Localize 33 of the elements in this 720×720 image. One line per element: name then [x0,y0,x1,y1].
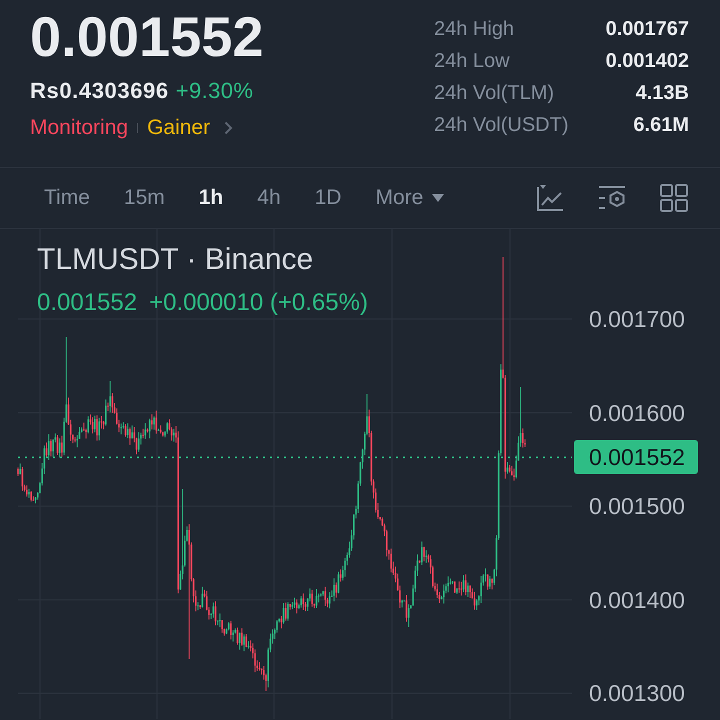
chart-title: TLMUSDT · Binance [37,243,314,277]
legend-last-price: 0.001552 [37,289,138,317]
price-axis-label: 0.001600 [589,400,686,425]
settings-icon[interactable] [598,184,626,212]
tag-link[interactable]: Gainer [147,115,210,141]
interval-tab[interactable]: Time [44,181,90,215]
stat-label: 24h Vol(TLM) [434,81,556,106]
caret-icon [432,194,444,202]
price-axis-label: 0.001500 [589,494,686,518]
stat-value: 0.001402 [606,49,689,74]
interval-tab[interactable]: 1D [314,181,342,215]
interval-tab[interactable]: 4h [257,181,281,215]
price-axis-label: 0.001700 [589,307,686,331]
stat-label: 24h High [434,17,516,42]
stat-value: 6.61M [632,113,689,138]
line-chart-icon[interactable] [536,184,564,212]
current-price-tag: 0.001552 [574,440,698,474]
chevron-right-icon[interactable] [224,121,234,135]
stat-label: 24h Low [434,49,511,74]
last-price: 0.001552 [30,9,264,65]
stat-value: 4.13B [634,81,689,106]
interval-tab[interactable]: 15m [124,181,165,215]
legend-price-change: +0.000010 (+0.65%) [149,289,368,317]
grid-icon[interactable] [660,184,688,212]
price-axis-label: 0.001400 [589,588,686,612]
tag-link[interactable]: Monitoring [30,115,128,141]
stat-label: 24h Vol(USDT) [434,113,570,138]
price-change-percent: +9.30% [176,78,254,104]
stat-value: 0.001767 [606,17,689,42]
local-currency-price: Rs0.4303696 [30,78,169,104]
price-axis-label: 0.001300 [589,681,686,706]
interval-tab[interactable]: 1h [198,181,224,215]
more-dropdown[interactable]: More [375,181,444,215]
